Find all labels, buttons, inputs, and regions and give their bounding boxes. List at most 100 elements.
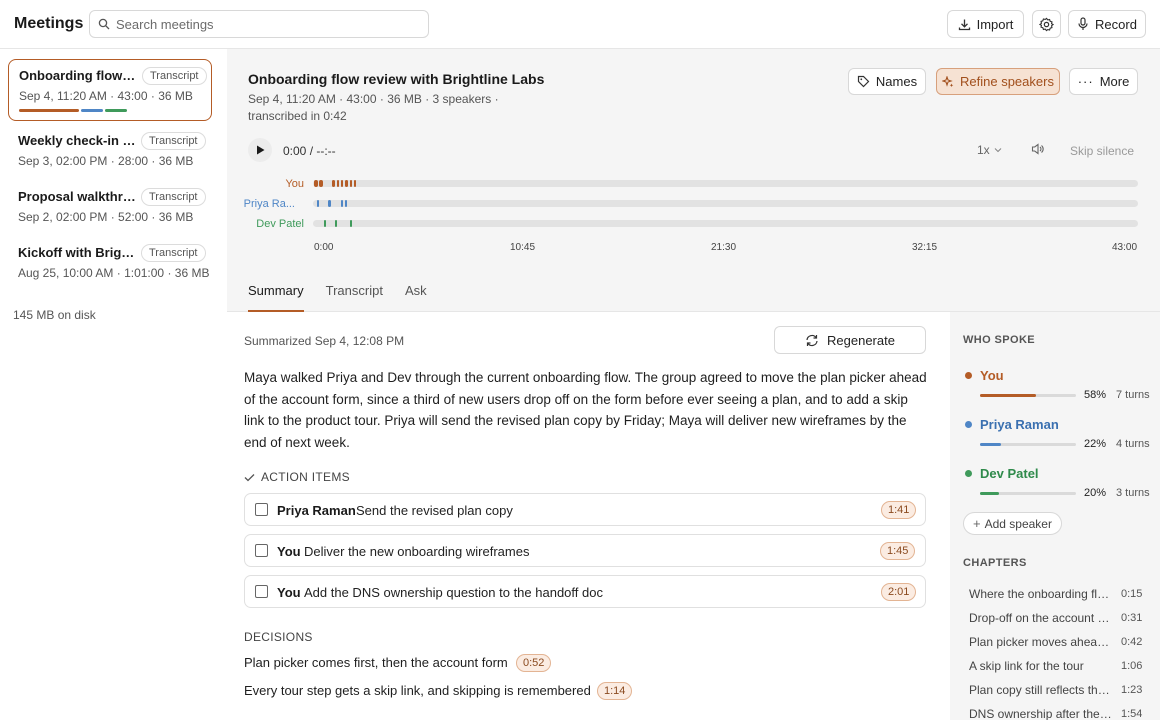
transcribed-time: transcribed in 0:42 — [248, 109, 347, 123]
regenerate-button[interactable]: Regenerate — [774, 326, 926, 354]
play-icon — [257, 145, 265, 155]
timestamp-chip[interactable]: 1:45 — [880, 542, 916, 560]
tab-summary[interactable]: Summary — [248, 283, 304, 312]
speaker-color-dot — [965, 421, 972, 428]
refine-speakers-label: Refine speakers — [960, 74, 1054, 89]
action-item-text: Deliver the new onboarding wireframes — [304, 544, 530, 559]
speaker-color-dot — [965, 372, 972, 379]
meeting-meta: Sep 4, 11:20 AM · 43:00 · 36 MB — [19, 89, 193, 103]
playback-time: 0:00 / --:-- — [283, 144, 336, 158]
speech-segment — [314, 180, 318, 187]
meeting-item-active[interactable]: Onboarding flow review with Brightline L… — [8, 59, 212, 121]
transcript-badge: Transcript — [141, 188, 206, 206]
timestamp-chip[interactable]: 1:14 — [597, 682, 633, 700]
meeting-item[interactable]: Weekly check-in with Brightline Labs Tra… — [8, 125, 212, 187]
chapter-item[interactable]: DNS ownership after the handoff 1:54 — [969, 707, 1153, 720]
chapter-item[interactable]: A skip link for the tour 1:06 — [969, 659, 1153, 677]
speaker-color-dot — [965, 470, 972, 477]
tag-icon — [857, 75, 870, 88]
timeline-tick: 32:15 — [912, 242, 938, 253]
settings-button[interactable] — [1032, 10, 1061, 38]
more-label: More — [1099, 74, 1130, 89]
tab-transcript[interactable]: Transcript — [326, 283, 383, 312]
timestamp-chip[interactable]: 2:01 — [881, 583, 917, 601]
transcript-badge: Transcript — [142, 67, 207, 85]
meeting-meta: Sep 3, 02:00 PM · 28:00 · 36 MB — [18, 154, 194, 168]
search-input[interactable] — [116, 14, 416, 34]
refine-speakers-button[interactable]: Refine speakers — [936, 68, 1060, 95]
who-spoke-heading: WHO SPOKE — [963, 334, 1036, 346]
search-box[interactable] — [89, 10, 429, 38]
record-label: Record — [1095, 16, 1137, 32]
meeting-header-title: Onboarding flow review with Brightline L… — [248, 71, 545, 87]
action-item-owner: You — [277, 544, 301, 559]
record-button[interactable]: Record — [1068, 10, 1146, 38]
more-button[interactable]: ··· More — [1069, 68, 1138, 95]
lane-label-you: You — [285, 178, 304, 190]
meeting-title: Proposal walkthrough — [18, 189, 136, 204]
speech-segment — [341, 180, 343, 187]
chapter-item[interactable]: Drop-off on the account form 0:31 — [969, 611, 1153, 629]
summary-text: Maya walked Priya and Dev through the cu… — [244, 370, 927, 450]
summarized-time: Summarized Sep 4, 12:08 PM — [244, 334, 405, 348]
timeline-tick: 0:00 — [314, 242, 334, 253]
timeline-tick: 10:45 — [510, 242, 536, 253]
playback-speed-select[interactable]: 1x — [977, 143, 1002, 157]
meeting-title: Onboarding flow review with Brightline L… — [19, 68, 137, 83]
ellipsis-icon: ··· — [1077, 74, 1094, 89]
speaker-share-pct: 22% — [1084, 438, 1107, 450]
action-item-checkbox[interactable] — [255, 503, 268, 516]
meeting-item[interactable]: Proposal walkthrough Transcript Sep 2, 0… — [8, 181, 212, 243]
speaker-share-pct: 20% — [1084, 487, 1107, 499]
action-items-heading: ACTION ITEMS — [244, 470, 350, 484]
lane-track-priya[interactable] — [313, 200, 1138, 207]
lane-track-you[interactable] — [313, 180, 1138, 187]
chapter-time: 0:31 — [1121, 612, 1143, 624]
speech-segment — [350, 180, 352, 187]
lane-track-dev[interactable] — [313, 220, 1138, 227]
meeting-tabs: Summary Transcript Ask — [248, 283, 427, 312]
action-item-checkbox[interactable] — [255, 544, 268, 557]
speaker-stat-dev[interactable]: Dev Patel 20% 3 turns — [963, 464, 1153, 504]
timestamp-chip[interactable]: 0:52 — [516, 654, 552, 672]
check-icon — [244, 473, 255, 482]
meeting-title: Kickoff with Brightline Labs — [18, 245, 136, 260]
decision-item: Plan picker comes first, then the accoun… — [244, 655, 508, 670]
tab-ask[interactable]: Ask — [405, 283, 427, 312]
chapter-title: Where the onboarding flow loses people — [969, 587, 1112, 601]
play-button[interactable] — [248, 138, 272, 162]
speech-segment — [335, 220, 337, 227]
chapters-heading: CHAPTERS — [963, 557, 1027, 569]
names-button[interactable]: Names — [848, 68, 926, 95]
timestamp-chip[interactable]: 1:41 — [881, 501, 917, 519]
timeline-tick: 21:30 — [711, 242, 737, 253]
action-item-checkbox[interactable] — [255, 585, 268, 598]
meeting-item[interactable]: Kickoff with Brightline Labs Transcript … — [8, 237, 212, 299]
meeting-meta: Aug 25, 10:00 AM · 1:01:00 · 36 MB — [18, 266, 210, 280]
speaker-share-track — [980, 492, 1076, 495]
speech-segment — [317, 200, 319, 207]
add-speaker-button[interactable]: + Add speaker — [963, 512, 1062, 535]
speech-segment — [337, 180, 339, 187]
meetings-sidebar: Onboarding flow review with Brightline L… — [0, 49, 220, 720]
import-button[interactable]: Import — [947, 10, 1024, 38]
speaker-stat-priya[interactable]: Priya Raman 22% 4 turns — [963, 415, 1153, 455]
speaker-share-track — [980, 443, 1076, 446]
volume-button[interactable] — [1031, 143, 1044, 155]
decision-item: Every tour step gets a skip link, and sk… — [244, 683, 591, 698]
speech-segment — [319, 180, 323, 187]
speaker-stat-you[interactable]: You 58% 7 turns — [963, 366, 1153, 406]
action-item: You Deliver the new onboarding wireframe… — [244, 534, 926, 567]
chapter-item[interactable]: Plan picker moves ahead of the form 0:42 — [969, 635, 1153, 653]
speaker-turns: 7 turns — [1116, 389, 1150, 401]
chapter-item[interactable]: Plan copy still reflects the old tiers 1… — [969, 683, 1153, 701]
speech-segment — [332, 180, 335, 187]
timeline-tick: 43:00 — [1112, 242, 1138, 253]
gear-icon — [1039, 17, 1054, 32]
chapter-item[interactable]: Where the onboarding flow loses people 0… — [969, 587, 1153, 605]
speaker-share-track — [980, 394, 1076, 397]
speaker-turns: 3 turns — [1116, 487, 1150, 499]
skip-silence-toggle[interactable]: Skip silence — [1070, 144, 1134, 158]
meeting-header-meta: Sep 4, 11:20 AM · 43:00 · 36 MB · 3 spea… — [248, 92, 499, 106]
speaker-name: You — [980, 368, 1004, 383]
